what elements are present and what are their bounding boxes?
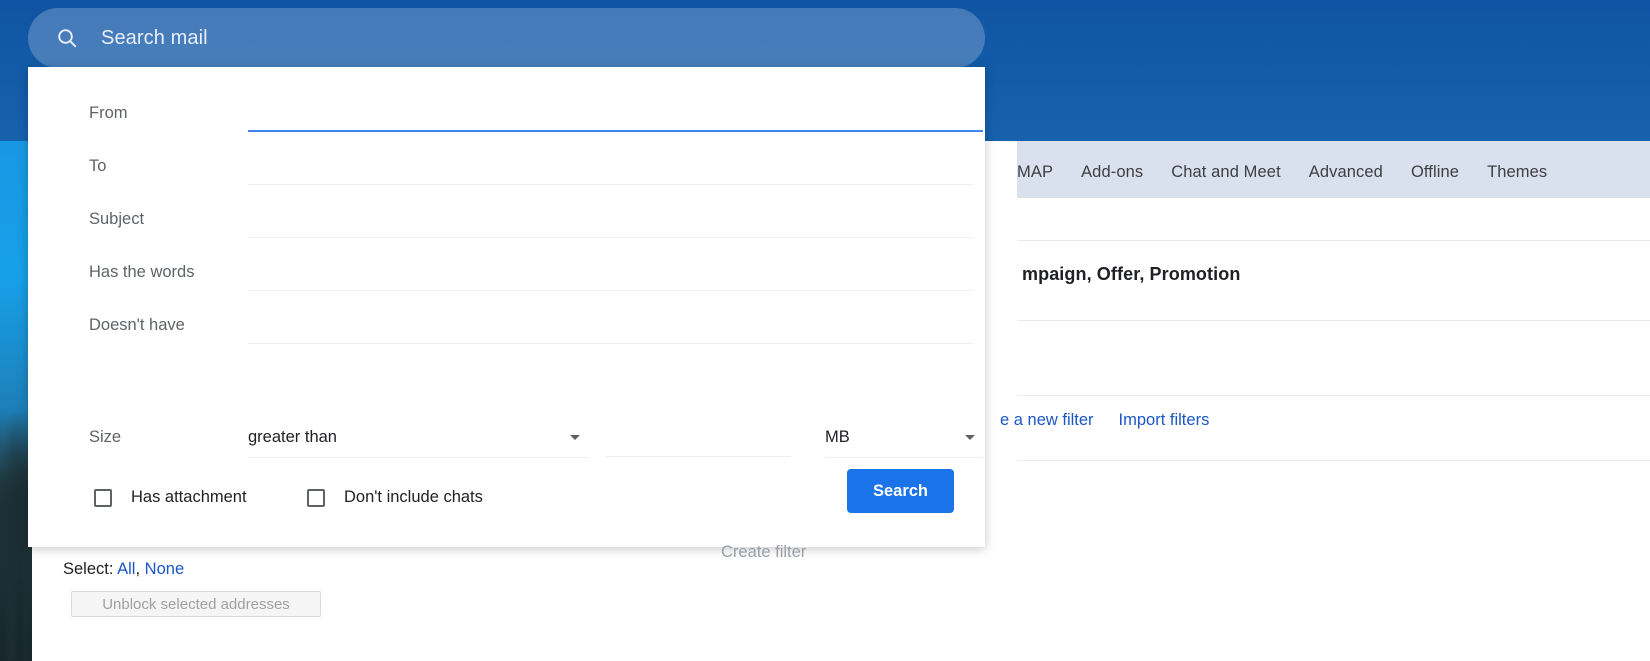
- tab-offline[interactable]: Offline: [1397, 163, 1473, 182]
- create-new-filter-link[interactable]: e a new filter: [1000, 411, 1094, 430]
- search-button[interactable]: Search: [847, 469, 954, 513]
- tabs-divider: [1017, 197, 1650, 198]
- to-input[interactable]: [248, 145, 973, 185]
- search-placeholder-text: Search mail: [101, 27, 208, 50]
- size-operator-value: greater than: [248, 428, 337, 447]
- select-separator: ,: [135, 560, 140, 578]
- field-row-to: To: [28, 145, 985, 198]
- select-label: Select:: [63, 560, 113, 578]
- size-amount-input[interactable]: [606, 417, 791, 457]
- select-row: Select: All, None: [63, 560, 184, 579]
- filter-action-links: e a new filter Import filters: [1000, 411, 1209, 430]
- checkbox-box-icon[interactable]: [94, 489, 112, 507]
- size-row: Size greater than MB: [28, 417, 985, 471]
- tab-themes[interactable]: Themes: [1473, 163, 1561, 182]
- from-input[interactable]: [248, 92, 983, 132]
- checkbox-box-icon[interactable]: [307, 489, 325, 507]
- has-the-words-input[interactable]: [248, 251, 973, 291]
- field-row-from: From: [28, 92, 985, 145]
- field-label-size: Size: [89, 428, 121, 447]
- size-unit-value: MB: [825, 428, 850, 447]
- unblock-selected-addresses-button[interactable]: Unblock selected addresses: [71, 591, 321, 617]
- field-row-has-the-words: Has the words: [28, 251, 985, 304]
- dont-include-chats-label: Don't include chats: [344, 488, 483, 507]
- field-row-doesnt-have: Doesn't have: [28, 304, 985, 357]
- checkbox-row: Has attachment Don't include chats: [28, 477, 985, 521]
- content-divider: [1017, 460, 1650, 461]
- content-divider: [1017, 240, 1650, 241]
- chevron-down-icon: [965, 435, 975, 440]
- has-attachment-checkbox[interactable]: Has attachment: [94, 488, 247, 507]
- dont-include-chats-checkbox[interactable]: Don't include chats: [307, 488, 483, 507]
- tab-advanced[interactable]: Advanced: [1295, 163, 1397, 182]
- content-divider: [1017, 395, 1650, 396]
- field-label-to: To: [89, 157, 106, 176]
- field-row-subject: Subject: [28, 198, 985, 251]
- create-filter-button[interactable]: Create filter: [711, 535, 816, 570]
- subject-input[interactable]: [248, 198, 973, 238]
- search-icon: [54, 25, 80, 51]
- tab-imap[interactable]: MAP: [1017, 163, 1067, 182]
- field-label-from: From: [89, 104, 128, 123]
- tab-add-ons[interactable]: Add-ons: [1067, 163, 1157, 182]
- chevron-down-icon: [570, 435, 580, 440]
- content-divider: [1017, 320, 1650, 321]
- search-mail-bar[interactable]: Search mail: [28, 8, 985, 68]
- filter-criteria-heading: mpaign, Offer, Promotion: [1022, 264, 1240, 285]
- doesnt-have-input[interactable]: [248, 304, 973, 344]
- tab-chat-and-meet[interactable]: Chat and Meet: [1157, 163, 1295, 182]
- select-none-link[interactable]: None: [145, 560, 184, 578]
- size-unit-select[interactable]: MB: [825, 417, 983, 458]
- advanced-search-dialog: From To Subject Has the words Doesn't ha…: [28, 67, 985, 547]
- field-label-has-the-words: Has the words: [89, 263, 194, 282]
- settings-tabs: MAP Add-ons Chat and Meet Advanced Offli…: [1017, 155, 1650, 189]
- select-all-link[interactable]: All: [117, 560, 135, 578]
- import-filters-link[interactable]: Import filters: [1119, 411, 1210, 430]
- field-label-subject: Subject: [89, 210, 144, 229]
- size-operator-select[interactable]: greater than: [248, 417, 588, 458]
- has-attachment-label: Has attachment: [131, 488, 247, 507]
- field-label-doesnt-have: Doesn't have: [89, 316, 185, 335]
